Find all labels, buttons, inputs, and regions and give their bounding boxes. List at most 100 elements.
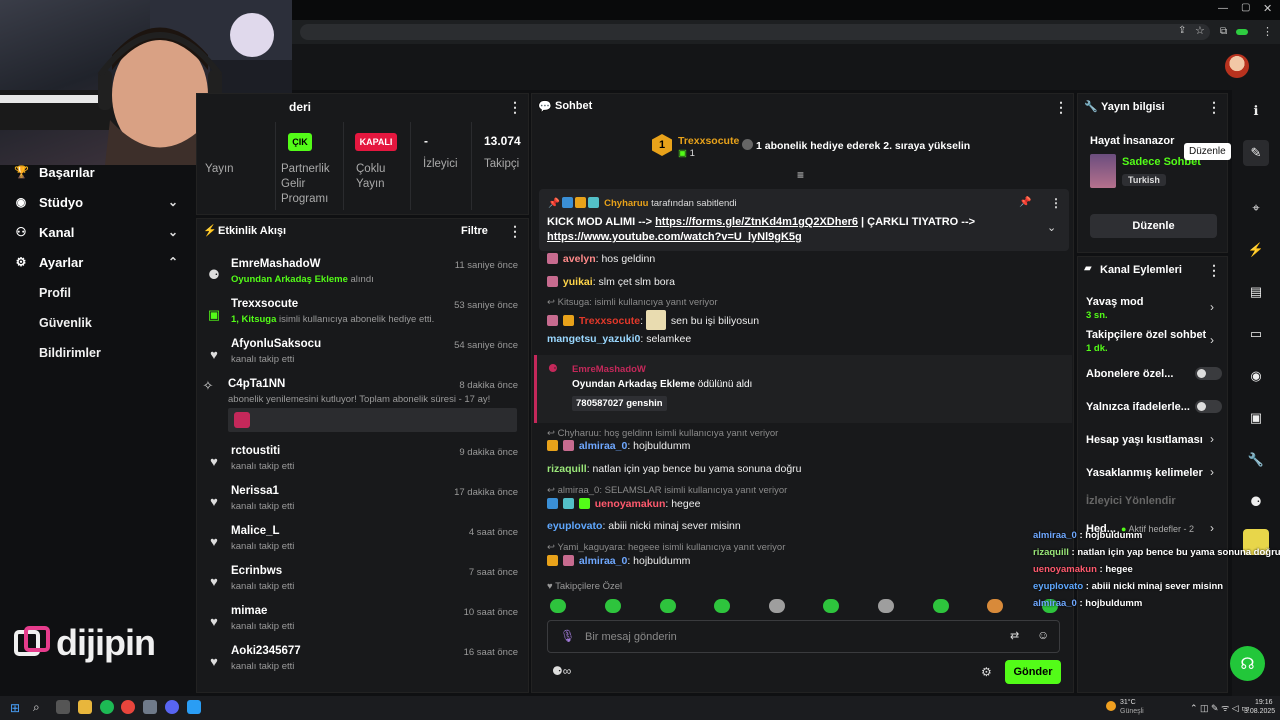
channel-actions-more-icon[interactable]: ⋮ [1207, 262, 1221, 279]
chat-username[interactable]: avelyn [563, 253, 596, 265]
emote-icon[interactable] [714, 599, 730, 613]
activity-item[interactable]: ▣ Trexxsocute 1, Kitsuga isimli kullanıc… [196, 298, 526, 338]
wrench-icon[interactable]: 🔧 [1243, 447, 1269, 473]
account-age-label[interactable]: Hesap yaşı kısıtlaması [1086, 434, 1203, 446]
emote-icon[interactable] [823, 599, 839, 613]
chat-settings-icon[interactable]: ⚙ [981, 665, 992, 679]
chevron-right-icon[interactable]: › [1210, 465, 1214, 479]
chat-username[interactable]: uenoyamakun [595, 498, 666, 510]
chat-username[interactable]: rizaquill [547, 463, 587, 475]
chat-username[interactable]: yuikai [563, 276, 593, 288]
activity-item[interactable]: ♥ Nerissa1 kanalı takip etti 17 dakika ö… [196, 485, 526, 525]
unpin-icon[interactable]: 📌 [1019, 197, 1031, 208]
stream-info-more-icon[interactable]: ⋮ [1207, 99, 1221, 116]
chevron-down-icon[interactable]: ⌄ [1047, 221, 1056, 234]
emote-icon[interactable] [878, 599, 894, 613]
sidebar-sub-bildirimler[interactable]: Bildirimler [39, 346, 101, 360]
emote-icon[interactable] [933, 599, 949, 613]
maximize-icon[interactable]: ▢ [1241, 2, 1250, 13]
discord-icon[interactable] [165, 700, 179, 714]
microphone-icon[interactable]: 🎙 [560, 629, 575, 643]
activity-item[interactable]: ✧ C4pTa1NN abonelik yenilemesini kutluyo… [196, 378, 526, 434]
activity-item[interactable]: ♥ Ecrinbws kanalı takip etti 7 saat önce [196, 565, 526, 605]
emoji-icon[interactable]: ☺ [1037, 628, 1049, 642]
activity-item[interactable]: ♥ Malice_L kanalı takip etti 4 saat önce [196, 525, 526, 565]
activity-item[interactable]: ♥ rctoustiti kanalı takip etti 9 dakika … [196, 445, 526, 485]
chat-username[interactable]: almiraa_0 [579, 555, 627, 567]
chevron-right-icon[interactable]: › [1210, 300, 1214, 314]
share-icon[interactable]: ⇪ [1178, 25, 1186, 36]
info-icon[interactable]: ℹ [1243, 98, 1269, 124]
windows-start-icon[interactable]: ⊞ [10, 701, 20, 715]
chevron-right-icon[interactable]: › [1210, 432, 1214, 446]
chat-message[interactable]: almiraa_0: hojbuldumm [547, 440, 690, 452]
system-tray-icons[interactable]: ⌃ ◫ ✎ ᯤ ◁ ▭ [1190, 701, 1250, 714]
gift-leader-name[interactable]: Trexxsocute [678, 135, 739, 147]
activity-item[interactable]: ♥ mimae kanalı takip etti 10 saat önce [196, 605, 526, 645]
avatar[interactable] [1225, 54, 1249, 78]
steam-icon[interactable] [187, 700, 201, 714]
document-icon[interactable]: ▤ [1243, 279, 1269, 305]
chevron-right-icon[interactable]: › [1210, 333, 1214, 347]
emotes-only-toggle[interactable] [1195, 400, 1222, 413]
lightning-icon[interactable]: ⚡ [1243, 237, 1269, 263]
sidebar-item-kanal[interactable]: ⚇ Kanal ⌄ [0, 217, 192, 247]
translate-icon[interactable]: ⇄ [1010, 629, 1019, 642]
sidebar-item-studyo[interactable]: ◉ Stüdyo ⌄ [0, 187, 192, 217]
stats-more-icon[interactable]: ⋮ [508, 99, 522, 116]
sidebar-sub-profil[interactable]: Profil [39, 286, 71, 300]
chat-more-icon[interactable]: ⋮ [1054, 99, 1068, 116]
minimize-icon[interactable]: — [1218, 3, 1228, 14]
pencil-icon[interactable]: ✎ [1243, 140, 1269, 166]
activity-filter-button[interactable]: Filtre [461, 225, 488, 237]
file-explorer-icon[interactable] [78, 700, 92, 714]
banned-words-label[interactable]: Yasaklanmış kelimeler [1086, 467, 1203, 479]
emote-icon[interactable] [987, 599, 1003, 613]
chat-message[interactable]: uenoyamakun: hegee [547, 498, 700, 510]
obs-icon[interactable] [143, 700, 157, 714]
followers-only-chat-label[interactable]: Takipçilere özel sohbet [1086, 329, 1206, 341]
points-icon[interactable]: ⚈ [1243, 489, 1269, 515]
emote-icon[interactable] [660, 599, 676, 613]
broadcast-icon[interactable]: ◉ [1243, 363, 1269, 389]
emote-icon[interactable] [769, 599, 785, 613]
activity-more-icon[interactable]: ⋮ [508, 223, 522, 240]
chat-icon[interactable]: ▭ [1243, 321, 1269, 347]
points-icon[interactable]: ⚈∞ [552, 664, 571, 678]
chat-username[interactable]: mangetsu_yazuki0 [547, 333, 640, 345]
chat-message[interactable]: almiraa_0: hojbuldumm [547, 555, 690, 567]
activity-item[interactable]: ⚈ EmreMashadoW Oyundan Arkadaş Ekleme al… [196, 258, 526, 298]
extension-badge-icon[interactable] [1236, 29, 1248, 35]
slow-mode-label[interactable]: Yavaş mod [1086, 296, 1143, 308]
close-icon[interactable]: ✕ [1263, 2, 1272, 15]
emote-icon[interactable] [550, 599, 566, 613]
chat-message[interactable]: rizaquill: natlan için yap bence bu yama… [547, 463, 802, 475]
chat-username[interactable]: eyuplovato [547, 520, 602, 532]
chat-username[interactable]: Trexxsocute [579, 315, 640, 327]
sidebar-item-ayarlar[interactable]: ⚙ Ayarlar ⌃ [0, 247, 192, 277]
reward-user[interactable]: EmreMashadoW [572, 364, 646, 375]
support-icon[interactable]: ☊ [1230, 646, 1265, 681]
chat-input[interactable]: 🎙 Bir mesaj gönderin ⇄ ☺ [547, 620, 1060, 653]
extensions-icon[interactable]: ⧉ [1220, 26, 1227, 37]
layout-icon[interactable]: ▣ [1243, 405, 1269, 431]
send-button[interactable]: Gönder [1005, 660, 1061, 684]
crosshair-icon[interactable]: ⌖ [1243, 195, 1269, 221]
spotify-icon[interactable] [100, 700, 114, 714]
chat-message[interactable]: avelyn: hos geldinn [547, 253, 655, 265]
pinned-more-icon[interactable]: ⋮ [1050, 196, 1062, 210]
pinned-link[interactable]: https://forms.gle/ZtnKd4m1gQ2XDher6 [655, 216, 858, 228]
pinned-link[interactable]: https://www.youtube.com/watch?v=U_lyNl9g… [547, 231, 802, 243]
scroll-down-icon[interactable]: ≡ [797, 168, 804, 182]
activity-item[interactable]: ♥ Aoki2345677 kanalı takip etti 16 saat … [196, 645, 526, 685]
browser-menu-icon[interactable]: ⋮ [1262, 25, 1273, 38]
task-view-icon[interactable] [56, 700, 70, 714]
chevron-right-icon[interactable]: › [1210, 521, 1214, 535]
address-bar[interactable]: ⇪ ☆ [300, 24, 1210, 40]
search-icon[interactable]: ⌕ [33, 700, 40, 715]
chat-message[interactable]: yuikai: slm çet slm bora [547, 276, 675, 288]
subscribers-only-toggle[interactable] [1195, 367, 1222, 380]
edit-stream-button[interactable]: Düzenle [1090, 214, 1217, 238]
chrome-icon[interactable] [121, 700, 135, 714]
chat-username[interactable]: almiraa_0 [579, 440, 627, 452]
